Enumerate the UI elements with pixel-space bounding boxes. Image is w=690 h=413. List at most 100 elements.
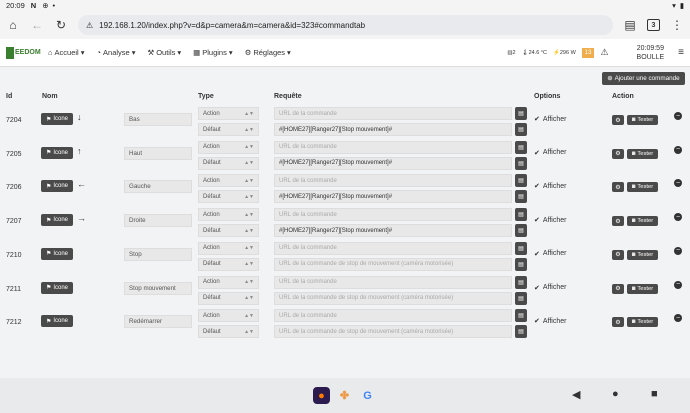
subtype-select[interactable]: Défaut ▲▼	[198, 325, 259, 339]
menu-toggle-icon[interactable]: ≡	[678, 47, 684, 58]
config-button[interactable]: ⚙	[612, 182, 624, 193]
stop-url-input[interactable]: #[HOME27][Ranger27][Stop mouvement]#	[274, 156, 512, 170]
afficher-checkbox[interactable]: ✔ Afficher	[534, 216, 566, 225]
type-select[interactable]: Action ▲▼	[198, 275, 259, 289]
remove-icon[interactable]: −	[674, 213, 682, 222]
command-name-input[interactable]: Stop mouvement	[124, 281, 192, 295]
menu-icon[interactable]: ⋮	[670, 18, 684, 32]
command-name-input[interactable]: Redémarrer	[124, 315, 192, 329]
tab-count-button[interactable]: 3	[647, 19, 660, 31]
stop-url-input[interactable]: #[HOME27][Ranger27][Stop mouvement]#	[274, 190, 512, 204]
type-select[interactable]: Action ▲▼	[198, 241, 259, 255]
stop-url-input[interactable]: URL de la commande de stop de mouvement …	[274, 257, 512, 271]
tester-button[interactable]: ◙ Tester	[627, 317, 658, 328]
command-name-input[interactable]: Stop	[124, 247, 192, 261]
back-nav-icon[interactable]: ◀	[572, 388, 580, 401]
icon-button[interactable]: ⚑ Icone	[41, 247, 73, 260]
list-icon[interactable]: ▤	[515, 325, 527, 339]
menu-analyse[interactable]: ◔ Analyse ▾	[96, 48, 135, 57]
remove-icon[interactable]: −	[674, 112, 682, 120]
command-name-input[interactable]: Droite	[124, 214, 192, 228]
config-button[interactable]: ⚙	[612, 216, 624, 227]
type-select[interactable]: Action ▲▼	[198, 309, 259, 323]
list-icon[interactable]: ▤	[515, 174, 527, 188]
config-button[interactable]: ⚙	[612, 249, 624, 260]
firefox-icon[interactable]: ●	[313, 387, 330, 404]
list-icon[interactable]: ▤	[515, 309, 527, 323]
config-button[interactable]: ⚙	[612, 115, 624, 125]
icon-button[interactable]: ⚑ Icone	[41, 214, 73, 227]
remove-icon[interactable]: −	[674, 145, 682, 154]
subtype-select[interactable]: Défaut ▲▼	[198, 291, 259, 305]
afficher-checkbox[interactable]: ✔ Afficher	[534, 115, 566, 124]
url-input[interactable]: URL de la commande	[274, 208, 512, 222]
icon-button[interactable]: ⚑ Icone	[41, 180, 73, 193]
list-icon[interactable]: ▤	[515, 140, 527, 154]
type-select[interactable]: Action ▲▼	[198, 107, 259, 120]
list-icon[interactable]: ▤	[515, 156, 527, 170]
tester-button[interactable]: ◙ Tester	[627, 115, 658, 125]
reader-icon[interactable]: ▤	[623, 18, 637, 32]
afficher-checkbox[interactable]: ✔ Afficher	[534, 317, 566, 326]
home-nav-icon[interactable]: ●	[612, 388, 619, 400]
recents-nav-icon[interactable]: ■	[651, 388, 658, 400]
url-input[interactable]: URL de la commande	[274, 174, 512, 188]
command-name-input[interactable]: Bas	[124, 113, 192, 126]
stop-url-input[interactable]: #[HOME27][Ranger27][Stop mouvement]#	[274, 224, 512, 238]
home-icon[interactable]: ⌂	[6, 18, 20, 32]
command-name-input[interactable]: Gauche	[124, 180, 192, 194]
remove-icon[interactable]: −	[674, 314, 682, 323]
tester-button[interactable]: ◙ Tester	[627, 148, 658, 159]
address-bar[interactable]: ⚠ 192.168.1.20/index.php?v=d&p=camera&m=…	[78, 15, 613, 35]
back-icon[interactable]: ←	[30, 18, 44, 32]
stop-url-input[interactable]: #[HOME27][Ranger27][Stop mouvement]#	[274, 123, 512, 136]
message-badge[interactable]: 13	[581, 47, 595, 58]
menu-reglages[interactable]: ⚙ Réglages ▾	[245, 48, 291, 57]
list-icon[interactable]: ▤	[515, 190, 527, 204]
subtype-select[interactable]: Défaut ▲▼	[198, 156, 259, 170]
list-icon[interactable]: ▤	[515, 208, 527, 222]
url-input[interactable]: URL de la commande	[274, 107, 512, 120]
type-select[interactable]: Action ▲▼	[198, 174, 259, 188]
command-name-input[interactable]: Haut	[124, 146, 192, 160]
tester-button[interactable]: ◙ Tester	[627, 249, 658, 260]
list-icon[interactable]: ▤	[515, 241, 527, 255]
remove-icon[interactable]: −	[674, 179, 682, 188]
type-select[interactable]: Action ▲▼	[198, 208, 259, 222]
jeedom-logo[interactable]: EEDOM	[6, 46, 42, 59]
remove-icon[interactable]: −	[674, 280, 682, 289]
config-button[interactable]: ⚙	[612, 317, 624, 328]
url-input[interactable]: URL de la commande	[274, 241, 512, 255]
config-button[interactable]: ⚙	[612, 283, 624, 294]
icon-button[interactable]: ⚑ Icone	[41, 146, 73, 159]
list-icon[interactable]: ▤	[515, 257, 527, 271]
tester-button[interactable]: ◙ Tester	[627, 283, 658, 294]
icon-button[interactable]: ⚑ Icone	[41, 281, 73, 294]
afficher-checkbox[interactable]: ✔ Afficher	[534, 149, 566, 157]
menu-plugins[interactable]: ▦ Plugins ▾	[193, 48, 232, 57]
subtype-select[interactable]: Défaut ▲▼	[198, 190, 259, 204]
list-icon[interactable]: ▤	[515, 123, 527, 136]
url-input[interactable]: URL de la commande	[274, 140, 512, 154]
tester-button[interactable]: ◙ Tester	[627, 216, 658, 227]
stop-url-input[interactable]: URL de la commande de stop de mouvement …	[274, 291, 512, 305]
type-select[interactable]: Action ▲▼	[198, 140, 259, 154]
subtype-select[interactable]: Défaut ▲▼	[198, 123, 259, 136]
afficher-checkbox[interactable]: ✔ Afficher	[534, 284, 566, 292]
add-command-button[interactable]: ⊕ Ajouter une commande	[602, 72, 685, 85]
list-icon[interactable]: ▤	[515, 291, 527, 305]
tester-button[interactable]: ◙ Tester	[627, 182, 658, 193]
google-icon[interactable]: G	[359, 387, 376, 404]
list-icon[interactable]: ▤	[515, 275, 527, 289]
list-icon[interactable]: ▤	[515, 107, 527, 120]
remove-icon[interactable]: −	[674, 246, 682, 255]
pinwheel-icon[interactable]: ✤	[336, 387, 353, 404]
afficher-checkbox[interactable]: ✔ Afficher	[534, 182, 566, 191]
config-button[interactable]: ⚙	[612, 148, 624, 159]
afficher-checkbox[interactable]: ✔ Afficher	[534, 250, 566, 258]
list-icon[interactable]: ▤	[515, 224, 527, 238]
subtype-select[interactable]: Défaut ▲▼	[198, 257, 259, 271]
menu-outils[interactable]: ⚒ Outils ▾	[147, 48, 181, 57]
icon-button[interactable]: ⚑ Icone	[41, 113, 73, 125]
icon-button[interactable]: ⚑ Icone	[41, 315, 73, 328]
